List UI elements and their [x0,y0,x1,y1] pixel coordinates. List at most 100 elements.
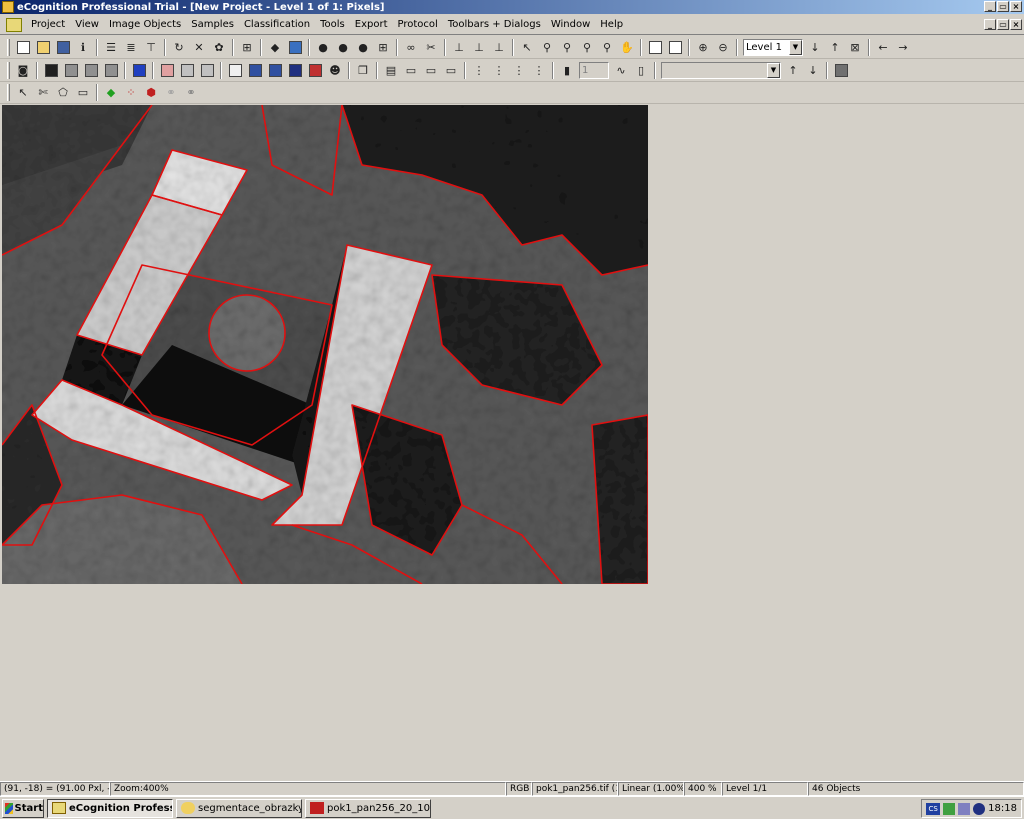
menu-help[interactable]: Help [595,19,628,30]
back-arrow-icon[interactable]: ← [874,38,892,56]
sample-icon[interactable]: ◆ [266,38,284,56]
menu-tools[interactable]: Tools [315,19,350,30]
toolbar-grip[interactable] [7,84,10,101]
pixel-view-icon[interactable] [130,61,148,79]
glasses-icon[interactable]: ∞ [402,38,420,56]
stop-icon[interactable] [832,61,850,79]
chevron-down-icon[interactable]: ▼ [767,62,780,78]
hierarchy-down-icon[interactable]: ⊥ [470,38,488,56]
class-select[interactable]: ▼ [661,61,781,79]
menu-classification[interactable]: Classification [239,19,315,30]
zoom-minus-icon[interactable]: ⊖ [714,38,732,56]
menu-image-objects[interactable]: Image Objects [104,19,186,30]
zoom-icon[interactable]: ⚲ [538,38,556,56]
move-up-icon[interactable]: ↑ [784,61,802,79]
protocol-icon[interactable]: ▤ [382,61,400,79]
segment-icon[interactable]: ✿ [210,38,228,56]
tree-icon[interactable]: ⊤ [142,38,160,56]
doc-close-icon[interactable]: × [1010,19,1022,30]
toolbar-grip[interactable] [7,61,10,79]
reload-icon[interactable]: ↻ [170,38,188,56]
open-project-icon[interactable] [34,38,52,56]
object-count-field[interactable]: 1 [579,61,609,79]
save-protocol-icon[interactable]: ▭ [422,61,440,79]
list-bullet-icon[interactable]: ⋮ [530,61,548,79]
hierarchy-up-icon[interactable]: ⊥ [450,38,468,56]
merge-objects-icon[interactable]: ⬢ [142,84,160,102]
clock[interactable]: 18:18 [988,803,1017,814]
pan-hand-icon[interactable]: ✋ [618,38,636,56]
camera-icon[interactable]: ◙ [14,61,32,79]
raster-view-icon[interactable] [178,61,196,79]
security-icon[interactable] [973,802,986,815]
taskbar-item-segmentace[interactable]: segmentace_obrazky - A... [176,798,302,818]
edit-protocol-icon[interactable]: ▭ [442,61,460,79]
select-pointer-icon[interactable]: ↖ [14,84,32,102]
copy-icon[interactable]: ❐ [354,61,372,79]
class-points-icon[interactable]: ⁘ [122,84,140,102]
doc-minimize-icon[interactable]: _ [984,19,996,30]
window-split-v-icon[interactable] [266,61,284,79]
window-split-icon[interactable] [226,61,244,79]
menu-samples[interactable]: Samples [186,19,239,30]
feature-view-icon[interactable]: ≣ [122,38,140,56]
language-indicator[interactable]: CS [926,802,941,815]
delete-level-icon[interactable]: ⊠ [846,38,864,56]
zoom-out-icon[interactable]: ⚲ [578,38,596,56]
doc-restore-icon[interactable]: ▭ [997,19,1009,30]
zoom-in-icon[interactable]: ⚲ [558,38,576,56]
pointer-icon[interactable]: ↖ [518,38,536,56]
open-protocol-icon[interactable]: ▭ [402,61,420,79]
classify-icon[interactable]: ◆ [102,84,120,102]
forward-arrow-icon[interactable]: → [894,38,912,56]
layer-icon[interactable]: ⊞ [238,38,256,56]
chevron-down-icon[interactable]: ▼ [789,39,802,55]
info-icon[interactable]: ℹ [74,38,92,56]
face-icon[interactable]: ☻ [326,61,344,79]
window-split-h-icon[interactable] [246,61,264,79]
taskbar-item-ecognition[interactable]: eCognition Profession... [47,798,173,818]
toolbar-grip[interactable] [7,38,10,56]
object-info-icon[interactable]: ● [314,38,332,56]
chart-icon[interactable]: ▯ [632,61,650,79]
move-down-icon[interactable]: ↓ [804,61,822,79]
rectangle-select-icon[interactable]: ▭ [74,84,92,102]
delete-levels-icon[interactable]: ✕ [190,38,208,56]
list-icon[interactable]: ⋮ [470,61,488,79]
start-button[interactable]: Start [2,798,44,818]
layer-view-icon[interactable] [42,61,60,79]
vector-view-icon[interactable] [198,61,216,79]
unlink-icon[interactable]: ⚭ [182,84,200,102]
save-project-icon[interactable] [54,38,72,56]
menu-protocol[interactable]: Protocol [393,19,443,30]
menu-view[interactable]: View [70,19,104,30]
document-menu-icon[interactable] [6,17,22,32]
level-up-icon[interactable]: ↑ [826,38,844,56]
menu-project[interactable]: Project [26,19,70,30]
network-icon[interactable] [943,802,956,815]
fit-icon[interactable] [646,38,664,56]
menu-toolbars-dialogs[interactable]: Toolbars + Dialogs [443,19,546,30]
polygon-view-icon[interactable] [158,61,176,79]
histogram-icon[interactable]: ▮ [558,61,576,79]
feature-info-icon[interactable]: ● [334,38,352,56]
menu-window[interactable]: Window [546,19,595,30]
restore-icon[interactable]: ▭ [997,1,1009,12]
volume-icon[interactable] [958,802,971,815]
hierarchy-color-icon[interactable]: ⊥ [490,38,508,56]
class-info-icon[interactable]: ● [354,38,372,56]
level-select[interactable]: Level 1 ▼ [743,38,803,56]
outline-view-icon[interactable] [62,61,80,79]
sample-navigation-icon[interactable] [286,38,304,56]
wave-icon[interactable]: ∿ [612,61,630,79]
list-number-icon[interactable]: ⋮ [510,61,528,79]
classification-view-icon[interactable] [82,61,100,79]
polygon-select-icon[interactable]: ⬠ [54,84,72,102]
menu-export[interactable]: Export [350,19,393,30]
window-link-icon[interactable] [286,61,304,79]
grid-icon[interactable]: ⊞ [374,38,392,56]
link-icon[interactable]: ⚭ [162,84,180,102]
list-sort-icon[interactable]: ⋮ [490,61,508,79]
new-project-icon[interactable] [14,38,32,56]
class-hierarchy-icon[interactable]: ☰ [102,38,120,56]
